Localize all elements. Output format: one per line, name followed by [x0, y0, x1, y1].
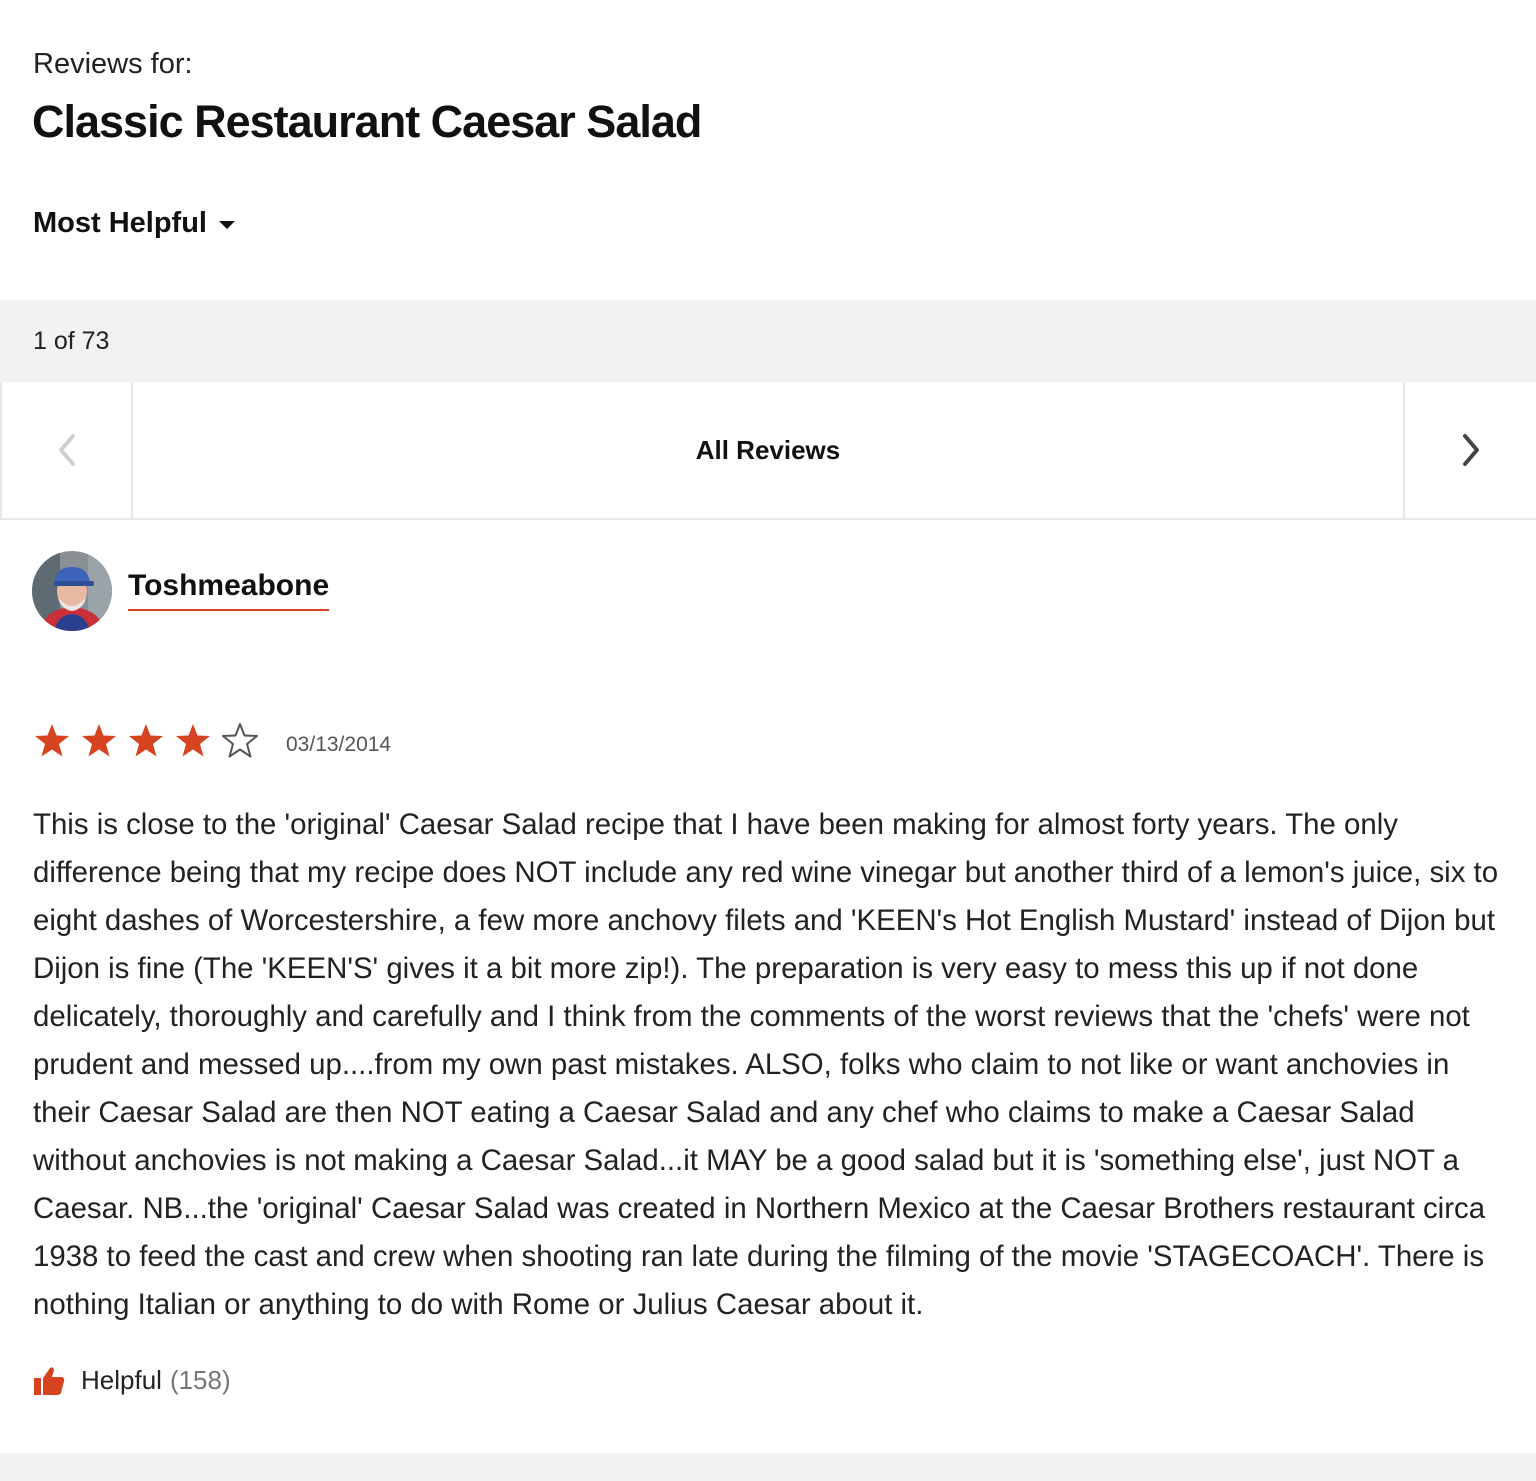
- reviewer-name-link[interactable]: Toshmeabone: [128, 569, 330, 611]
- thumbs-up-icon: [34, 1366, 65, 1395]
- star-empty-icon: [222, 723, 258, 758]
- sort-dropdown-label: Most Helpful: [33, 207, 207, 239]
- star-filled-icon: [82, 724, 116, 757]
- star-filled-icon: [35, 724, 69, 757]
- helpful-label: Helpful: [81, 1365, 162, 1395]
- chevron-right-icon: [1462, 434, 1479, 466]
- avatar[interactable]: [32, 551, 112, 631]
- rating-row: 03/13/2014: [33, 722, 391, 760]
- helpful-button[interactable]: Helpful (158): [33, 1365, 231, 1396]
- review-counter: 1 of 73: [33, 326, 110, 355]
- recipe-title: Classic Restaurant Caesar Salad: [32, 96, 702, 147]
- review-navigation: All Reviews: [0, 382, 1536, 520]
- star-rating: [33, 722, 268, 760]
- star-filled-icon: [129, 724, 163, 757]
- all-reviews-label: All Reviews: [695, 434, 841, 465]
- review-date: 03/13/2014: [286, 733, 392, 756]
- next-review-button[interactable]: [1403, 382, 1536, 518]
- footer-band: [0, 1453, 1536, 1481]
- sort-dropdown[interactable]: Most Helpful: [33, 207, 235, 240]
- all-reviews-link[interactable]: All Reviews: [133, 382, 1403, 518]
- previous-review-button[interactable]: [0, 382, 133, 518]
- star-filled-icon: [176, 724, 210, 757]
- chevron-down-icon: [219, 221, 235, 229]
- review-text: This is close to the 'original' Caesar S…: [33, 808, 1499, 1321]
- helpful-count: (158): [169, 1365, 231, 1395]
- reviews-for-label: Reviews for:: [33, 48, 193, 80]
- reviewer: Toshmeabone: [32, 551, 330, 631]
- review-counter-bar: 1 of 73: [0, 300, 1536, 382]
- chevron-left-icon: [58, 434, 75, 466]
